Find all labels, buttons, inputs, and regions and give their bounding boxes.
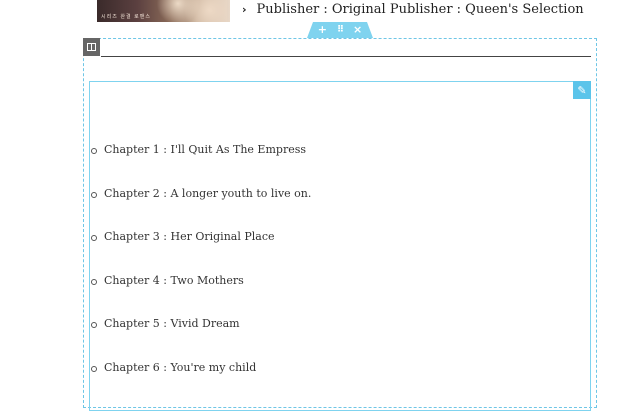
chapter-link-1[interactable]: Chapter 1 : I'll Quit As The Empress xyxy=(104,143,306,156)
bullet-icon xyxy=(91,148,97,154)
bullet-icon xyxy=(91,278,97,285)
bullet-icon xyxy=(91,191,97,198)
chapter-list: Chapter 1 : I'll Quit As The Empress Cha… xyxy=(91,143,311,405)
chapter-link-4[interactable]: Chapter 4 : Two Mothers xyxy=(104,274,244,287)
thumbnail-text: 시리즈 완결 로맨스 xyxy=(101,14,151,20)
list-item: Chapter 6 : You're my child xyxy=(91,361,311,405)
add-section-button[interactable]: + xyxy=(318,22,327,38)
list-item: Chapter 1 : I'll Quit As The Empress xyxy=(91,143,311,187)
edit-widget-button[interactable]: ✎ xyxy=(573,81,591,99)
list-item: Chapter 5 : Vivid Dream xyxy=(91,317,311,361)
list-item: Chapter 3 : Her Original Place xyxy=(91,230,311,274)
section-toolbar: + ⠿ × xyxy=(307,22,373,38)
publisher-text: Publisher : Original Publisher : Queen's… xyxy=(256,1,584,17)
list-item: Chapter 4 : Two Mothers xyxy=(91,274,311,318)
chapter-link-2[interactable]: Chapter 2 : A longer youth to live on. xyxy=(104,187,311,200)
bullet-icon xyxy=(91,365,97,372)
columns-icon xyxy=(87,43,96,51)
chapter-link-5[interactable]: Chapter 5 : Vivid Dream xyxy=(104,317,240,330)
bullet-icon xyxy=(91,322,97,329)
pencil-icon: ✎ xyxy=(577,83,587,97)
move-section-handle[interactable]: ⠿ xyxy=(337,22,344,38)
cover-thumbnail[interactable]: 시리즈 완결 로맨스 xyxy=(97,0,230,22)
bullet-icon xyxy=(91,235,97,242)
publisher-row: › Publisher : Original Publisher : Queen… xyxy=(242,0,584,18)
list-item: Chapter 2 : A longer youth to live on. xyxy=(91,187,311,231)
column-handle[interactable] xyxy=(83,38,100,56)
delete-section-button[interactable]: × xyxy=(353,22,362,38)
chapter-link-3[interactable]: Chapter 3 : Her Original Place xyxy=(104,230,275,243)
chapter-link-6[interactable]: Chapter 6 : You're my child xyxy=(104,361,256,374)
chevron-right-icon: › xyxy=(242,2,247,16)
divider xyxy=(101,56,591,57)
